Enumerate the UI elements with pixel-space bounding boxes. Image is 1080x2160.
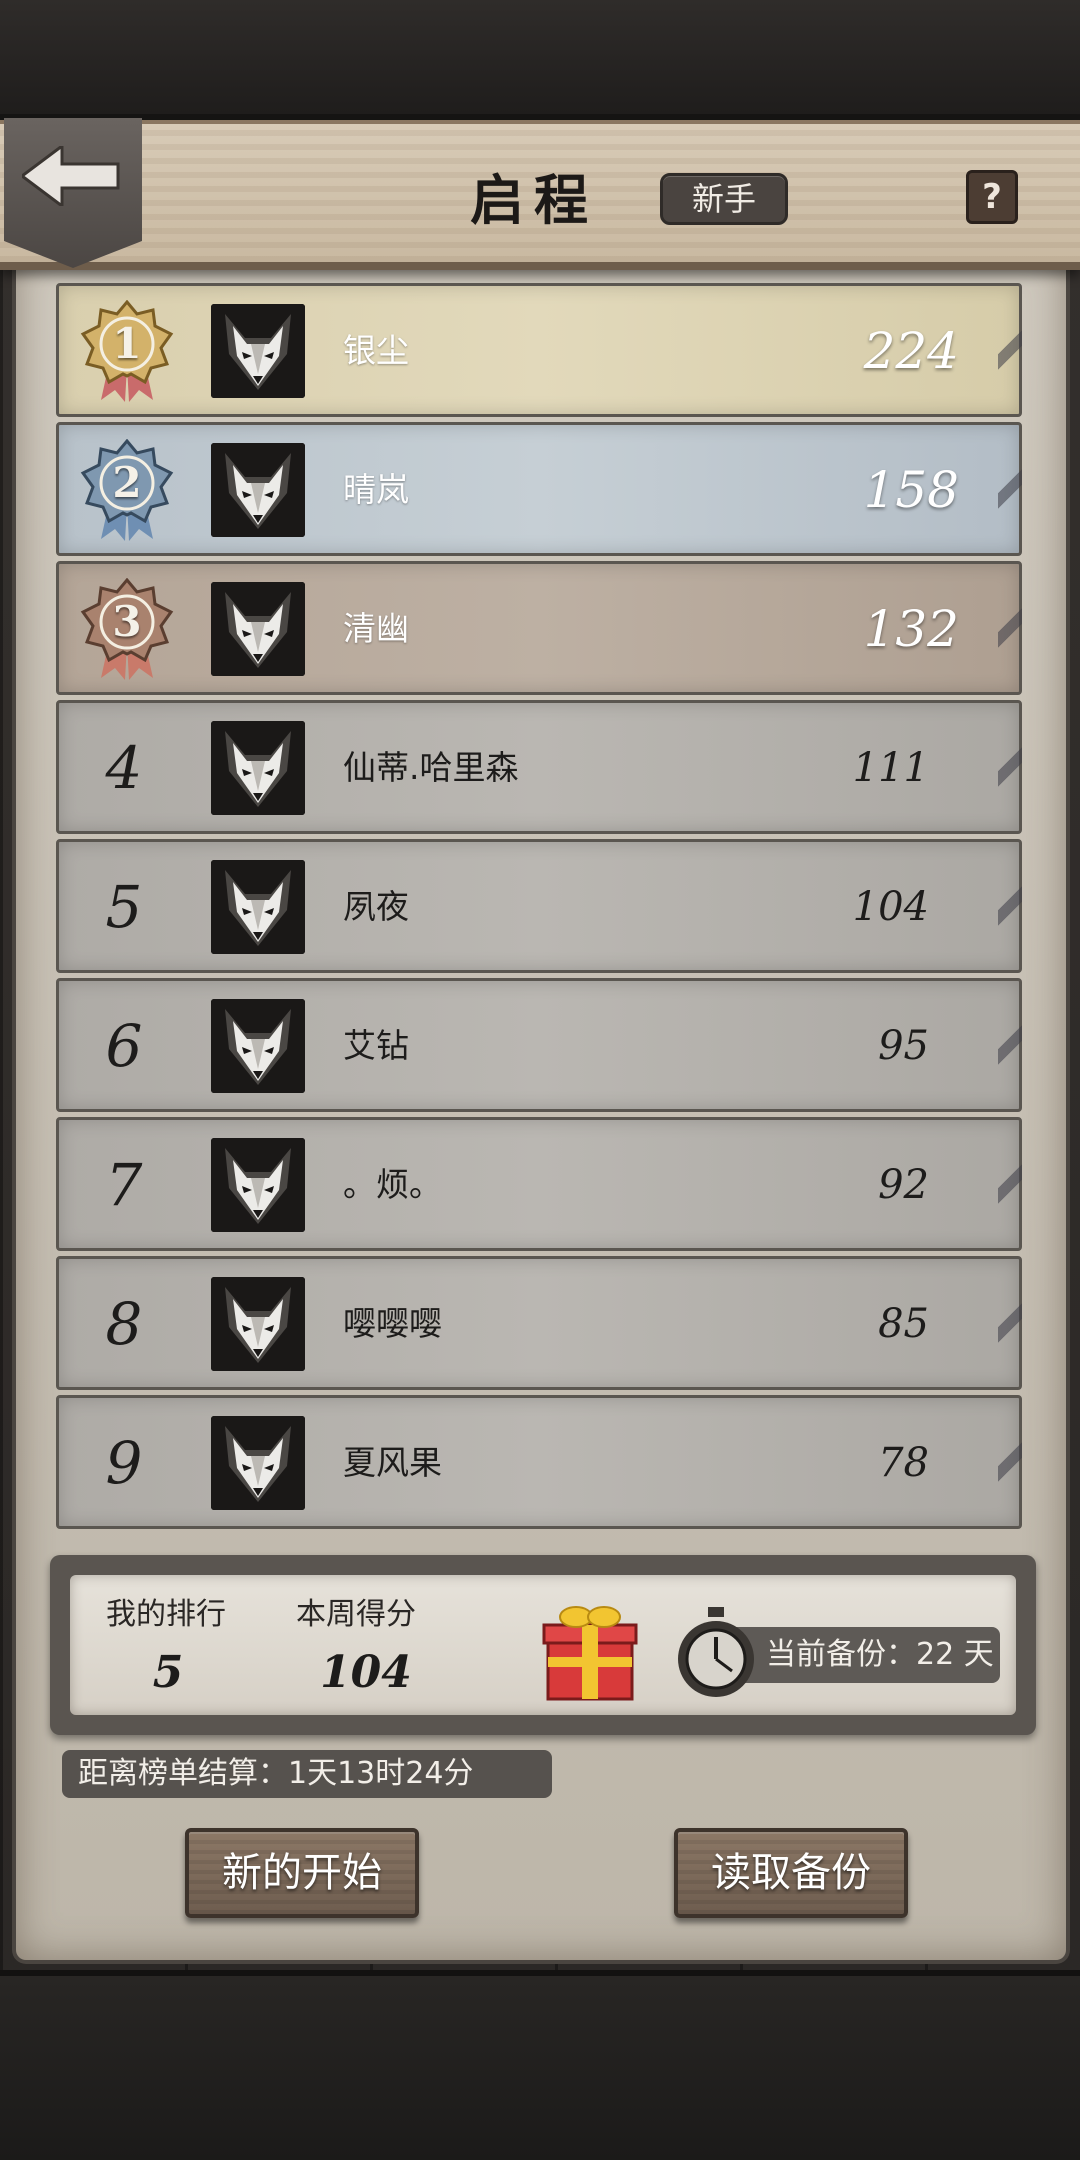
wolf-avatar-icon[interactable] (211, 1138, 305, 1232)
wolf-avatar-icon[interactable] (211, 304, 305, 398)
rank-number: 2 (112, 458, 142, 507)
weekly-score-label: 本周得分 (296, 1597, 416, 1632)
backup-text: 当前备份：22 天 (766, 1637, 994, 1672)
rank-medal-icon: 1 (79, 299, 175, 404)
player-score: 92 (878, 1162, 929, 1208)
player-name: 夏风果 (343, 1443, 442, 1482)
gift-box-icon[interactable] (540, 1595, 640, 1705)
rank-number: 4 (105, 734, 143, 802)
player-name: 仙蒂.哈里森 (343, 748, 519, 787)
rank-medal-icon: 3 (79, 577, 175, 682)
player-score: 95 (878, 1023, 929, 1069)
rank-number: 3 (112, 597, 142, 646)
top-bar (0, 0, 1080, 120)
rank-number: 7 (105, 1151, 143, 1219)
leaderboard-row[interactable]: 9 夏风果 78 (56, 1395, 1022, 1529)
rank-medal-icon: 2 (79, 438, 175, 543)
my-rank-label: 我的排行 (106, 1597, 226, 1632)
wolf-avatar-icon[interactable] (211, 582, 305, 676)
my-stats-inner: 我的排行 5 本周得分 104 当前备份：22 天 (70, 1575, 1016, 1715)
player-score: 85 (878, 1301, 929, 1347)
back-arrow-icon (22, 146, 120, 206)
new-start-button[interactable]: 新的开始 (185, 1828, 419, 1918)
weekly-score-value: 104 (320, 1647, 412, 1698)
player-name: 夙夜 (343, 887, 409, 926)
leaderboard-row[interactable]: 1 银尘 224 (56, 283, 1022, 417)
player-score: 78 (878, 1440, 929, 1486)
difficulty-badge[interactable]: 新手 (660, 173, 788, 225)
player-name: 清幽 (343, 609, 409, 648)
rank-number: 8 (105, 1290, 143, 1358)
my-rank-value: 5 (152, 1647, 184, 1698)
wolf-avatar-icon[interactable] (211, 1416, 305, 1510)
wolf-avatar-icon[interactable] (211, 860, 305, 954)
rank-number: 1 (112, 319, 142, 368)
leaderboard-row[interactable]: 8 嘤嘤嘤 85 (56, 1256, 1022, 1390)
leaderboard-row[interactable]: 4 仙蒂.哈里森 111 (56, 700, 1022, 834)
player-name: 晴岚 (343, 470, 409, 509)
bottom-bar (0, 1970, 1080, 2160)
page-title: 启程 (470, 168, 598, 232)
leaderboard-row[interactable]: 7 。烦。 92 (56, 1117, 1022, 1251)
leaderboard-row[interactable]: 5 夙夜 104 (56, 839, 1022, 973)
player-name: 艾钻 (343, 1026, 409, 1065)
player-score: 132 (863, 600, 959, 658)
leaderboard-list[interactable]: 1 银尘 224 2 晴岚 158 3 清幽 132 4 仙蒂.哈里森 111 … (56, 283, 1022, 1553)
my-stats-panel: 我的排行 5 本周得分 104 当前备份：22 天 (50, 1555, 1036, 1735)
wolf-avatar-icon[interactable] (211, 721, 305, 815)
leaderboard-row[interactable]: 2 晴岚 158 (56, 422, 1022, 556)
load-backup-button[interactable]: 读取备份 (674, 1828, 908, 1918)
help-button[interactable]: ? (966, 170, 1018, 224)
leaderboard-row[interactable]: 6 艾钻 95 (56, 978, 1022, 1112)
wolf-avatar-icon[interactable] (211, 1277, 305, 1371)
rank-number: 6 (105, 1012, 143, 1080)
player-score: 111 (852, 745, 929, 791)
leaderboard-row[interactable]: 3 清幽 132 (56, 561, 1022, 695)
player-name: 嘤嘤嘤 (343, 1304, 442, 1343)
back-button[interactable] (4, 118, 142, 268)
player-name: 。烦。 (343, 1165, 442, 1204)
player-score: 158 (863, 461, 959, 519)
player-score: 104 (852, 884, 929, 930)
rank-number: 9 (105, 1429, 143, 1497)
player-score: 224 (863, 322, 959, 380)
wolf-avatar-icon[interactable] (211, 999, 305, 1093)
player-name: 银尘 (343, 331, 409, 370)
stopwatch-icon (678, 1607, 754, 1697)
settlement-countdown: 距离榜单结算：1天13时24分 (62, 1750, 552, 1798)
wolf-avatar-icon[interactable] (211, 443, 305, 537)
rank-number: 5 (105, 873, 143, 941)
